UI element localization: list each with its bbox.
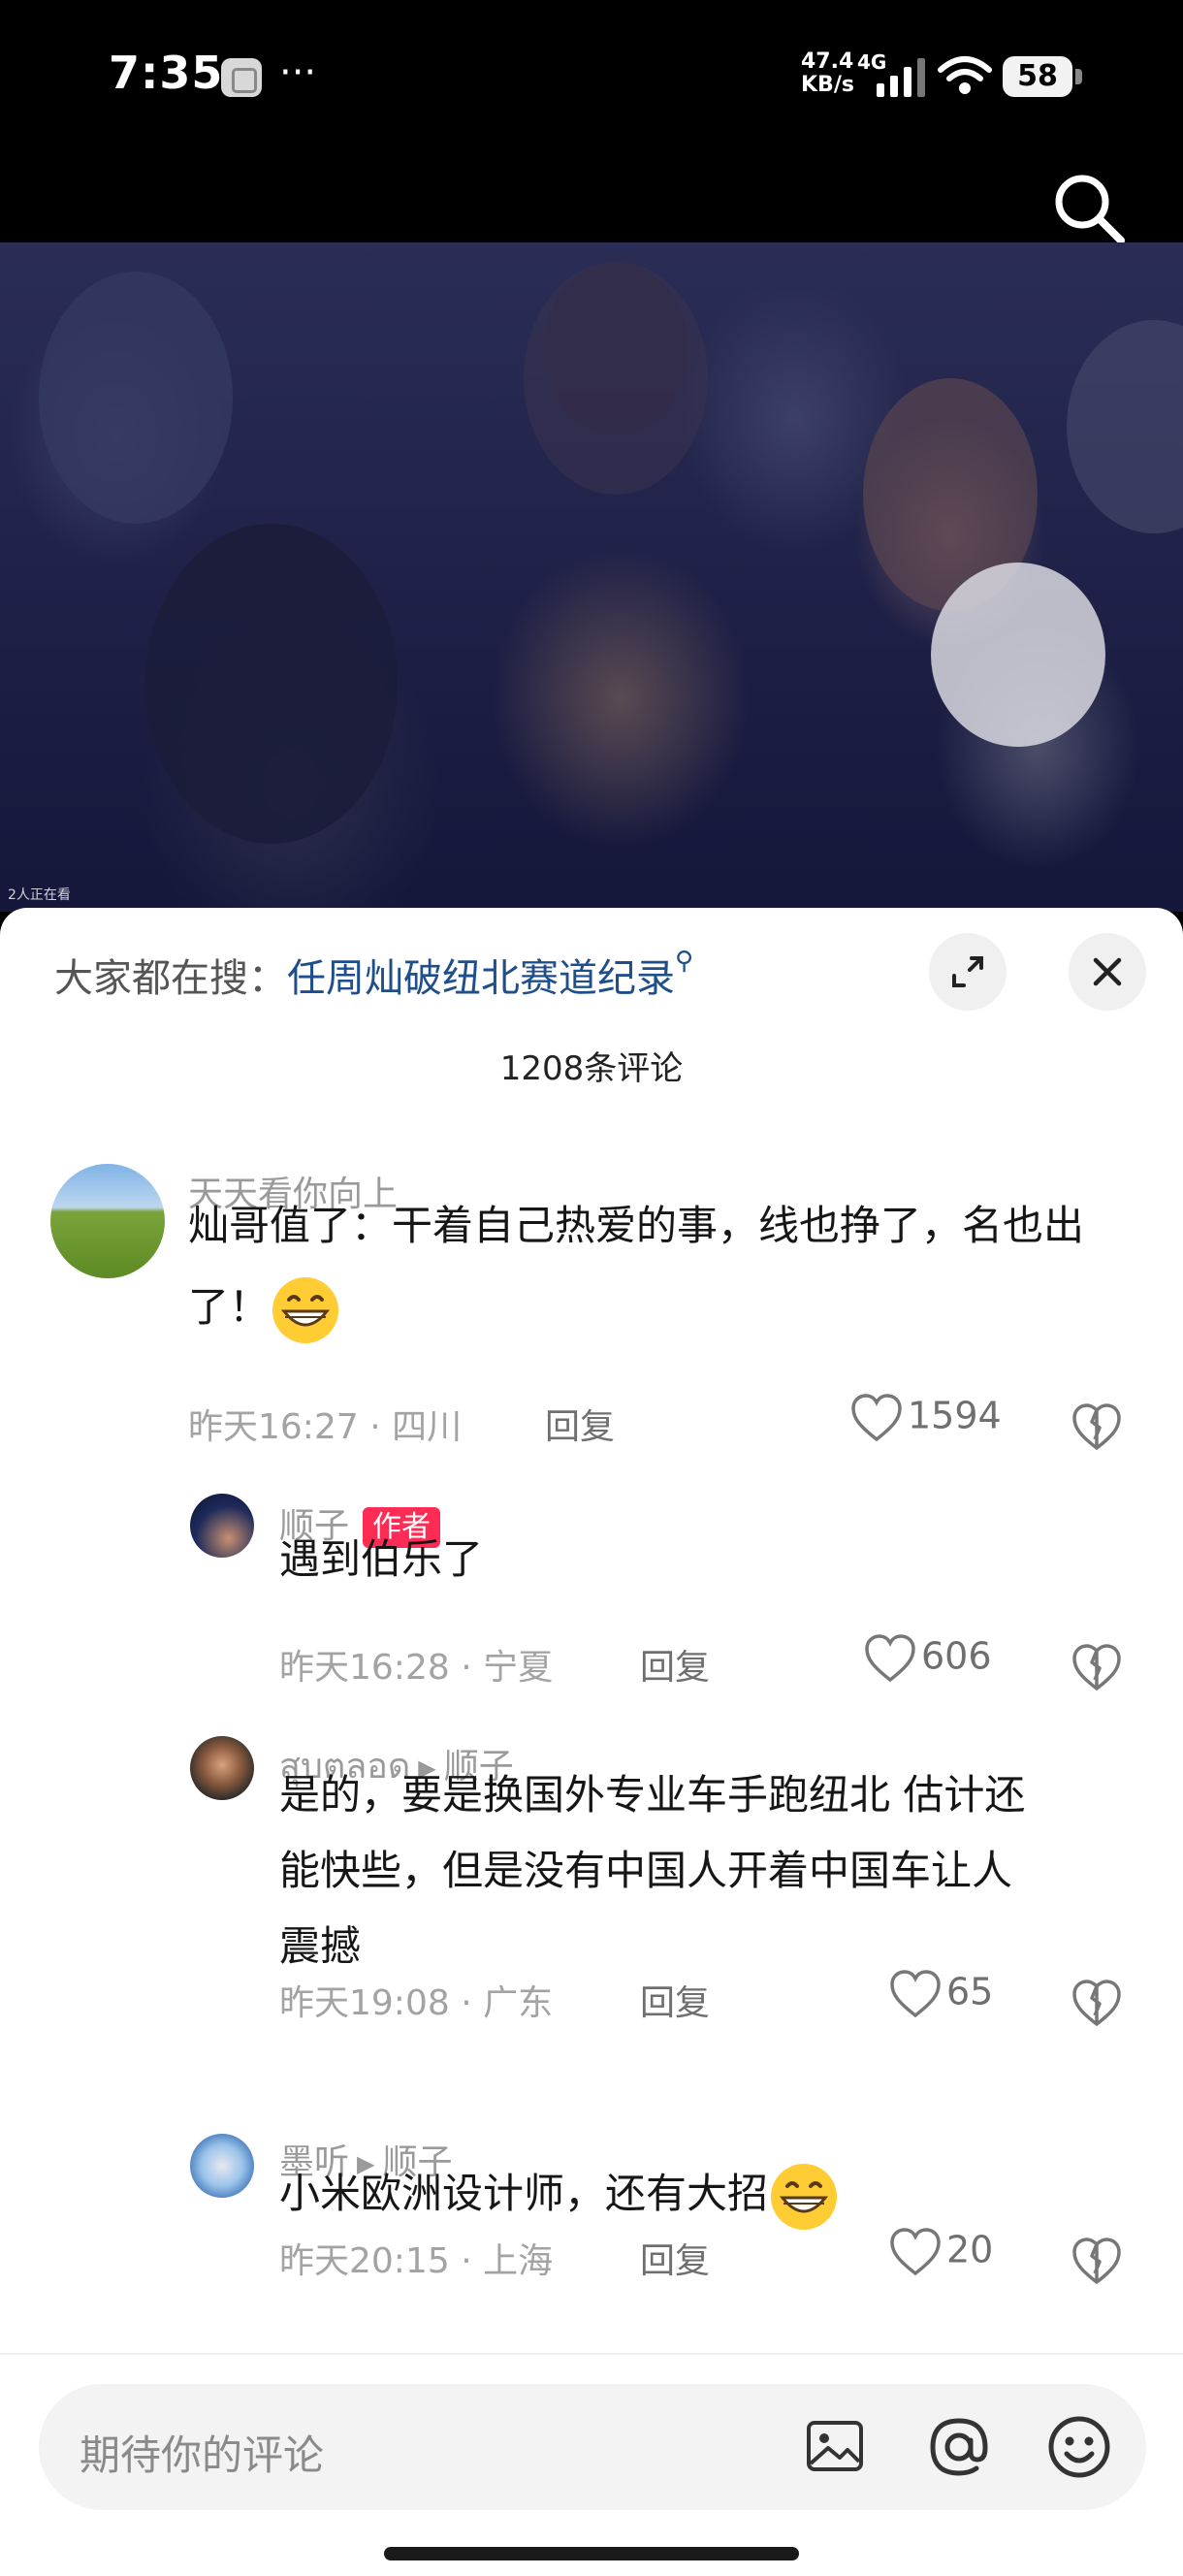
audience-figure [524,262,708,495]
grin-emoji-icon [771,2163,838,2230]
viewer-count: 2人正在看 [8,887,71,903]
comment-text-content: 小米欧洲设计师，还有大招 [279,2170,769,2217]
comment-input-bar: 期待你的评论 [0,2353,1183,2576]
like-button[interactable]: 606 [863,1633,992,1684]
like-count: 65 [946,1970,994,2013]
comment-count: 1208条评论 [499,1049,684,1088]
like-button[interactable]: 20 [888,2227,993,2277]
comment-text-line: 能快些，但是没有中国人开着中国车让人 [279,1847,1013,1894]
like-button[interactable]: 1594 [849,1393,1002,1443]
heart-icon [865,1634,915,1683]
hot-search-label: 大家都在搜： [54,956,287,1001]
avatar[interactable] [190,1494,254,1558]
reply-button[interactable]: 回复 [640,1639,710,1690]
like-count: 1594 [908,1394,1002,1437]
like-button[interactable]: 65 [888,1969,993,2019]
comment-text-line: 是的，要是换国外专业车手跑纽北 估计还 [279,1771,1026,1819]
video-player[interactable]: 2人正在看 [0,242,1183,912]
comment-location: 广东 [483,1983,554,2023]
audience-figure [1067,320,1183,533]
like-count: 606 [921,1634,992,1678]
grin-emoji-icon [272,1276,339,1343]
heart-icon [890,1970,941,2018]
expand-icon [952,956,983,987]
comment-text: 灿哥值了：干着自己热爱的事，线也挣了，名也出了！ [188,1185,1148,1348]
audience-figure [931,563,1105,747]
broken-heart-icon[interactable] [1071,2235,1123,2287]
wifi-icon [938,56,992,94]
comment-text: 小米欧洲设计师，还有大招 [279,2153,1152,2235]
comment-location: 宁夏 [483,1648,554,1688]
expand-button[interactable] [929,933,1007,1011]
clock: 7:35 [109,47,224,99]
like-count: 20 [946,2228,994,2271]
comment-meta: 昨天16:27 · 四川 [188,1407,463,1447]
search-small-icon: ⚲ [675,947,694,976]
comment-text-line: 震撼 [279,1922,362,1970]
net-speed-unit: KB/s [801,73,854,97]
at-icon[interactable] [923,2411,995,2483]
comment-sheet: 大家都在搜：任周灿破纽北赛道纪录⚲ 1208条评论 天天看你向上 灿哥值了：干着… [0,908,1183,2576]
comment-time: 昨天16:27 [188,1407,359,1447]
hot-search-bar[interactable]: 大家都在搜：任周灿破纽北赛道纪录⚲ [54,947,693,1003]
comment-time: 昨天16:28 [279,1648,450,1688]
hot-search-link[interactable]: 任周灿破纽北赛道纪录 [287,956,675,1001]
status-bar: 7:35 ··· 47.4 KB/s 4G 58 [0,0,1183,244]
close-button[interactable] [1069,933,1146,1011]
comment-time: 昨天20:15 [279,2241,450,2281]
comment-text: 遇到伯乐了 [279,1535,484,1583]
battery-indicator: 58 [1003,56,1082,97]
broken-heart-icon[interactable] [1071,1977,1123,2029]
comment-time: 昨天19:08 [279,1983,450,2023]
reply-button[interactable]: 回复 [640,2233,710,2283]
more-notifications-icon: ··· [279,50,317,95]
broken-heart-icon[interactable] [1071,1401,1123,1453]
reply-button[interactable]: 回复 [640,1975,710,2025]
emoji-icon[interactable] [1043,2411,1115,2483]
comment-location: 上海 [483,2241,554,2281]
reply-button[interactable]: 回复 [545,1399,615,1449]
audience-figure [145,524,398,844]
comment-location: 四川 [392,1407,463,1447]
avatar[interactable] [190,1736,254,1800]
search-icon[interactable] [1045,165,1133,252]
comment-input[interactable]: 期待你的评论 [39,2384,1146,2510]
broken-heart-icon[interactable] [1071,1641,1123,1693]
comment-meta: 昨天16:28 · 宁夏 [279,1648,554,1688]
avatar[interactable] [190,2134,254,2198]
comment-input-placeholder: 期待你的评论 [80,2431,325,2479]
comment-text: 是的，要是换国外专业车手跑纽北 估计还 能快些，但是没有中国人开着中国车让人 震… [279,1757,1152,1984]
comment-meta: 昨天19:08 · 广东 [279,1983,554,2023]
home-indicator[interactable] [384,2547,799,2560]
app-notification-icon [221,58,262,97]
image-icon[interactable] [799,2411,871,2483]
close-icon [1093,957,1122,986]
avatar[interactable] [50,1164,165,1278]
comment-meta: 昨天20:15 · 上海 [279,2241,554,2281]
net-speed-value: 47.4 [801,49,854,74]
heart-icon [890,2228,941,2276]
audience-figure [39,272,233,524]
net-speed: 47.4 KB/s [801,50,854,97]
heart-icon [851,1394,902,1442]
signal-icon [877,58,925,97]
